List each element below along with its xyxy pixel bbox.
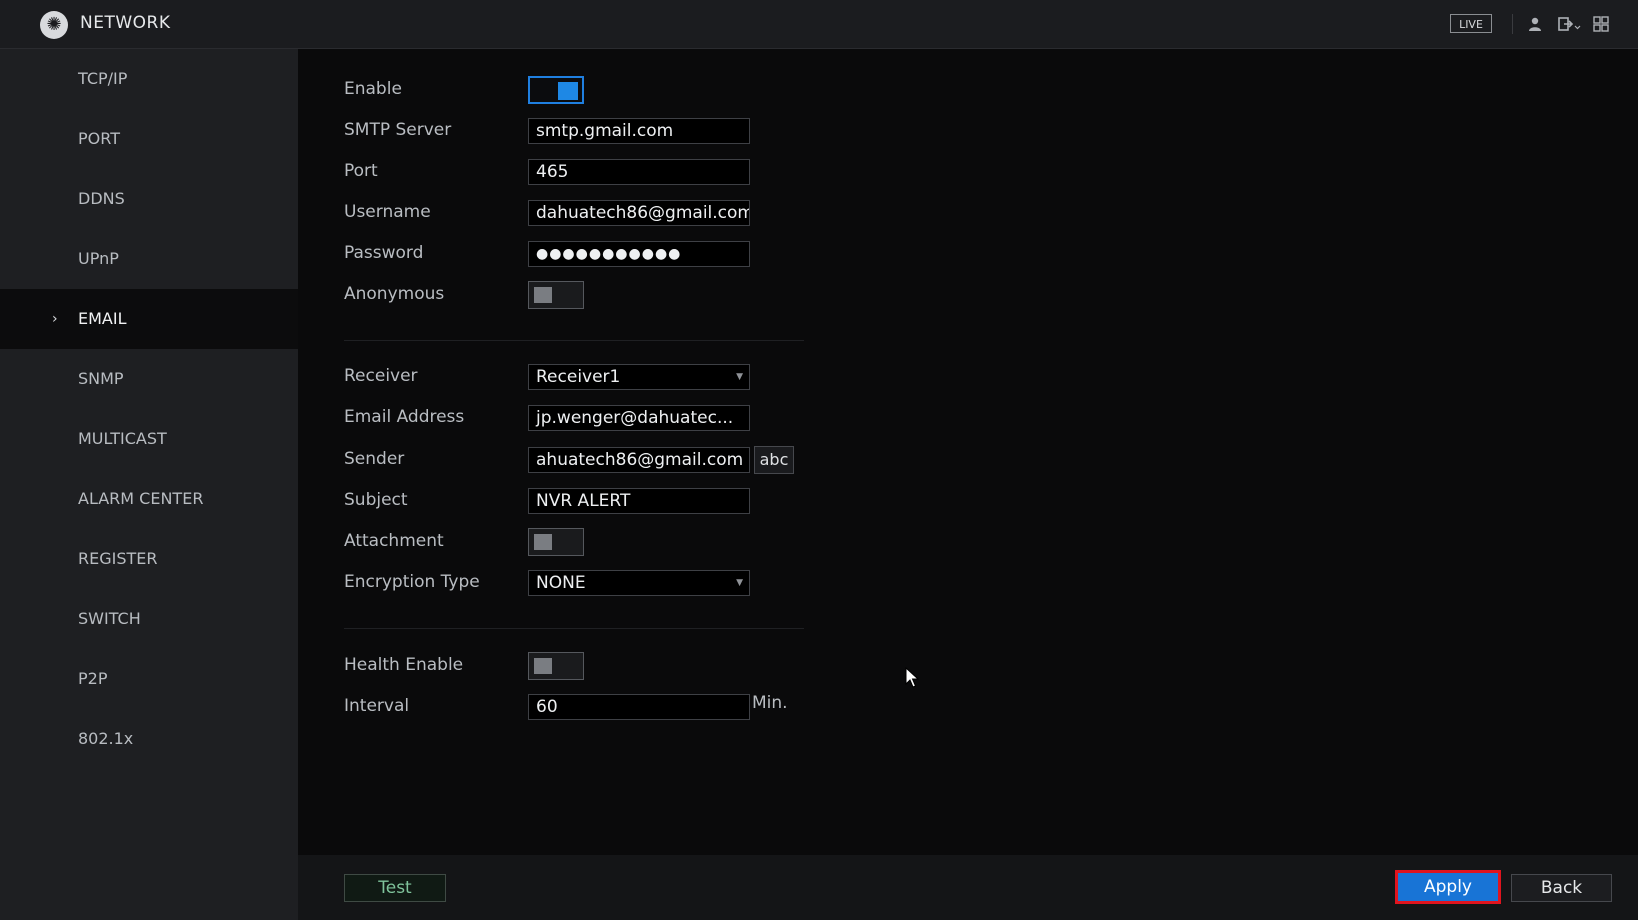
sidebar-item-8021x[interactable]: 802.1x: [0, 709, 298, 769]
page-title: NETWORK: [80, 13, 171, 33]
interval-label: Interval: [344, 696, 410, 716]
sidebar-item-multicast[interactable]: MULTICAST: [0, 409, 298, 469]
section-divider: [344, 340, 804, 341]
toggle-knob: [534, 287, 552, 303]
encryption-type-value: NONE: [536, 573, 586, 593]
section-divider: [344, 628, 804, 629]
subject-label: Subject: [344, 490, 408, 510]
top-bar: ✺ NETWORK LIVE: [0, 0, 1638, 49]
enable-label: Enable: [344, 79, 402, 99]
interval-unit: Min.: [752, 693, 788, 713]
interval-input[interactable]: 60: [528, 694, 750, 720]
sidebar-item-register[interactable]: REGISTER: [0, 529, 298, 589]
email-address-label: Email Address: [344, 407, 465, 427]
apply-button[interactable]: Apply: [1395, 870, 1501, 904]
password-label: Password: [344, 243, 424, 263]
chevron-right-icon: ›: [52, 311, 58, 327]
username-input[interactable]: dahuatech86@gmail.com: [528, 200, 750, 226]
mouse-pointer-icon: [905, 667, 919, 688]
sidebar-item-p2p[interactable]: P2P: [0, 649, 298, 709]
dropdown-arrow-icon: ▼: [736, 578, 743, 588]
dropdown-arrow-icon: ▼: [736, 372, 743, 382]
logout-icon[interactable]: [1558, 16, 1582, 32]
port-input[interactable]: 465: [528, 159, 750, 185]
receiver-label: Receiver: [344, 366, 418, 386]
toolbar-divider: [1512, 14, 1513, 34]
port-label: Port: [344, 161, 378, 181]
sender-label: Sender: [344, 449, 405, 469]
toggle-knob: [558, 82, 578, 100]
toggle-knob: [534, 534, 552, 550]
live-button[interactable]: LIVE: [1450, 14, 1492, 33]
username-label: Username: [344, 202, 431, 222]
encryption-type-select[interactable]: NONE ▼: [528, 570, 750, 596]
sidebar-item-email[interactable]: › EMAIL: [0, 289, 298, 349]
user-icon[interactable]: [1527, 16, 1543, 32]
sidebar-item-tcpip[interactable]: TCP/IP: [0, 49, 298, 109]
smtp-server-input[interactable]: smtp.gmail.com: [528, 118, 750, 144]
anonymous-label: Anonymous: [344, 284, 445, 304]
sidebar-item-alarm-center[interactable]: ALARM CENTER: [0, 469, 298, 529]
encryption-type-label: Encryption Type: [344, 572, 480, 592]
email-settings-panel: [298, 49, 1638, 855]
sidebar-item-switch[interactable]: SWITCH: [0, 589, 298, 649]
smtp-server-label: SMTP Server: [344, 120, 452, 140]
receiver-value: Receiver1: [536, 367, 621, 387]
sidebar-item-ddns[interactable]: DDNS: [0, 169, 298, 229]
sidebar-item-upnp[interactable]: UPnP: [0, 229, 298, 289]
health-enable-toggle[interactable]: [528, 652, 584, 680]
keyboard-abc-button[interactable]: abc: [754, 446, 794, 474]
password-input[interactable]: ●●●●●●●●●●●: [528, 241, 750, 267]
enable-toggle[interactable]: [528, 76, 584, 104]
screen: ✺ NETWORK LIVE TCP/IP PORT DDNS UPnP › E…: [0, 0, 1638, 920]
toggle-knob: [534, 658, 552, 674]
receiver-select[interactable]: Receiver1 ▼: [528, 364, 750, 390]
test-button[interactable]: Test: [344, 874, 446, 902]
anonymous-toggle[interactable]: [528, 281, 584, 309]
attachment-label: Attachment: [344, 531, 444, 551]
network-logo-icon: ✺: [40, 11, 68, 39]
email-address-input[interactable]: jp.wenger@dahuatec...: [528, 405, 750, 431]
sidebar-item-snmp[interactable]: SNMP: [0, 349, 298, 409]
back-button[interactable]: Back: [1511, 874, 1612, 902]
sidebar-item-label: EMAIL: [78, 309, 127, 328]
subject-input[interactable]: NVR ALERT: [528, 488, 750, 514]
attachment-toggle[interactable]: [528, 528, 584, 556]
grid-menu-icon[interactable]: [1593, 16, 1609, 32]
sidebar: TCP/IP PORT DDNS UPnP › EMAIL SNMP MULTI…: [0, 49, 298, 920]
sidebar-item-port[interactable]: PORT: [0, 109, 298, 169]
sender-input[interactable]: ahuatech86@gmail.com: [528, 447, 750, 473]
health-enable-label: Health Enable: [344, 655, 464, 675]
